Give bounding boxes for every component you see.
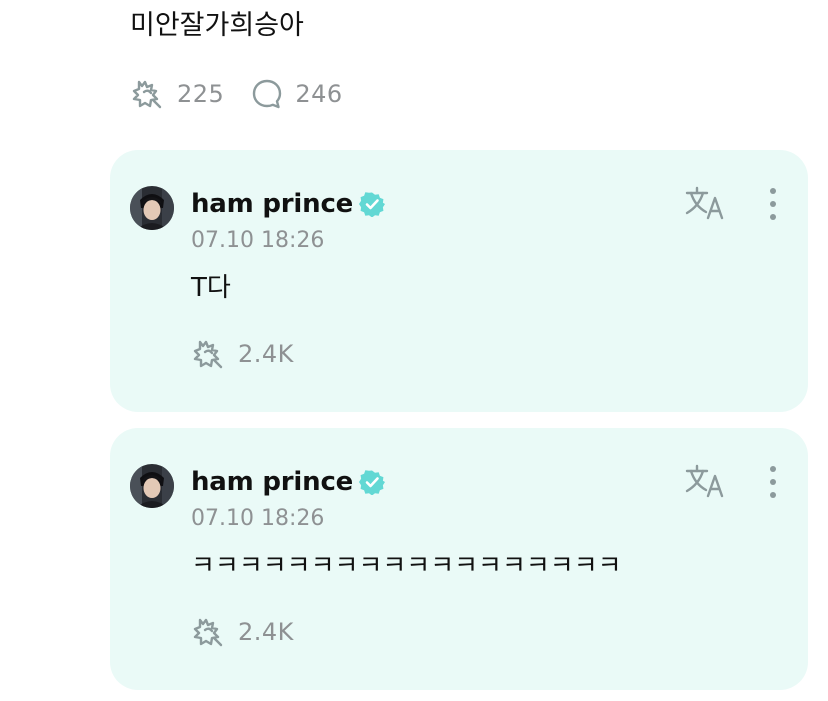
post-reaction-count: 225 — [177, 80, 225, 108]
post-comment-button[interactable]: 246 — [250, 77, 342, 111]
reply-card: ham prince 07.10 18:26 T다 2.4K — [110, 150, 808, 412]
reaction-icon — [132, 80, 162, 109]
timestamp: 07.10 18:26 — [191, 506, 325, 531]
translate-icon[interactable] — [684, 462, 728, 502]
author: ham prince — [191, 464, 386, 500]
reply-text: T다 — [191, 273, 231, 303]
post-comment-count: 246 — [295, 80, 343, 108]
post-reaction-button[interactable]: 225 — [130, 76, 224, 112]
more-options-icon[interactable] — [760, 462, 786, 502]
reaction-icon — [193, 618, 223, 647]
reply-reaction-count: 2.4K — [238, 340, 294, 368]
post-text: 미안잘가희승아 — [130, 10, 304, 41]
reply-text: ㅋㅋㅋㅋㅋㅋㅋㅋㅋㅋㅋㅋㅋㅋㅋㅋㅋㅋ — [191, 551, 622, 581]
reply-reaction-count: 2.4K — [238, 618, 294, 646]
verified-badge-icon — [359, 192, 386, 217]
reply-actions: 2.4K — [191, 614, 294, 650]
translate-icon[interactable] — [684, 184, 728, 224]
author-name[interactable]: ham prince — [191, 467, 353, 497]
avatar[interactable] — [130, 186, 174, 230]
author-name[interactable]: ham prince — [191, 189, 353, 219]
verified-badge-icon — [359, 470, 386, 495]
author: ham prince — [191, 186, 386, 222]
avatar[interactable] — [130, 464, 174, 508]
reaction-icon — [193, 340, 223, 369]
page: 미안잘가희승아 225 246 ham prince 07.10 18:26 T… — [0, 0, 828, 701]
timestamp: 07.10 18:26 — [191, 228, 325, 253]
reply-card: ham prince 07.10 18:26 ㅋㅋㅋㅋㅋㅋㅋㅋㅋㅋㅋㅋㅋㅋㅋㅋㅋ… — [110, 428, 808, 690]
post-actions: 225 246 — [130, 76, 343, 112]
comment-icon — [253, 79, 282, 109]
reply-reaction-button[interactable]: 2.4K — [191, 614, 294, 650]
more-options-icon[interactable] — [760, 184, 786, 224]
reply-actions: 2.4K — [191, 336, 294, 372]
reply-reaction-button[interactable]: 2.4K — [191, 336, 294, 372]
